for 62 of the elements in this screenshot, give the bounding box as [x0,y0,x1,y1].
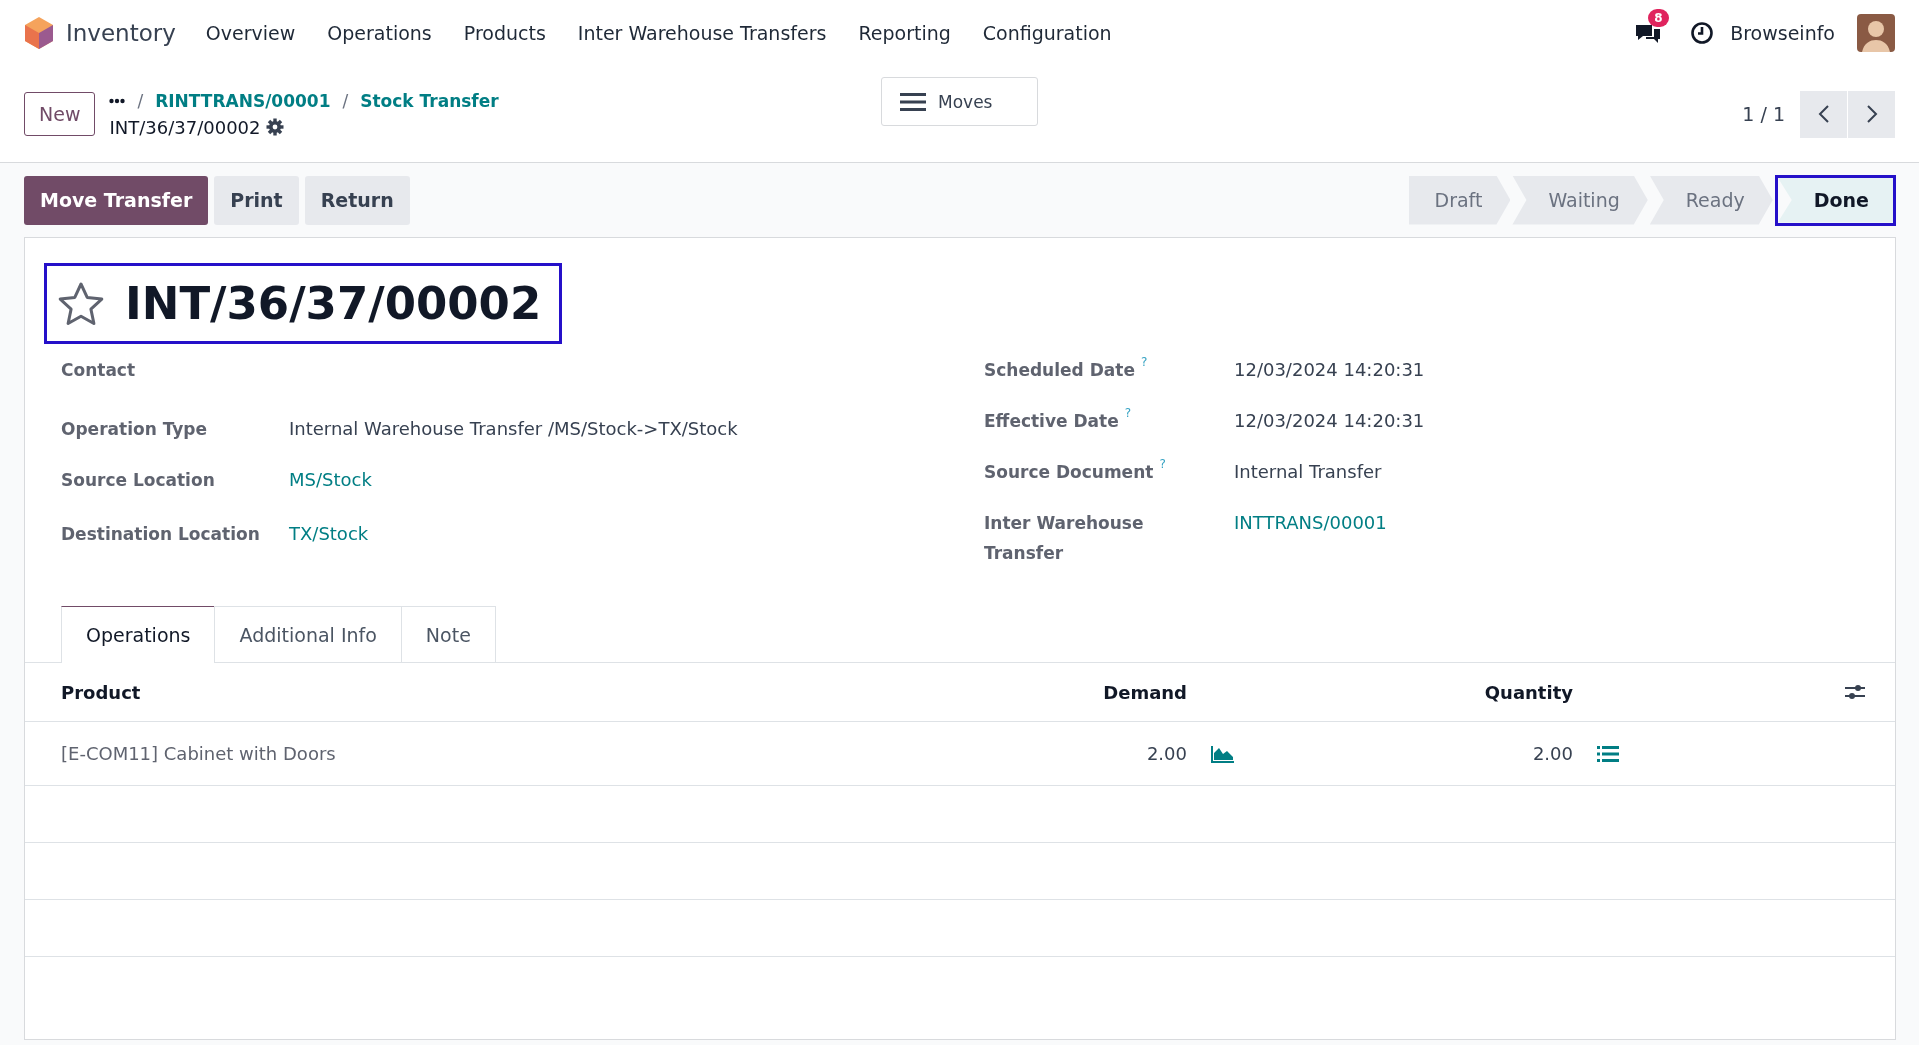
new-button[interactable]: New [24,92,96,136]
sliders-icon[interactable] [1845,683,1865,701]
table-cell-text: 2.00 [1531,743,1573,764]
field-label: Source Document [984,461,1154,484]
menu-icon [900,91,926,112]
field-label: Destination Location [61,523,260,546]
field-value: Internal Warehouse Transfer /MS/Stock->TX/Stock [289,417,738,441]
menu-item[interactable]: Overview [205,22,296,44]
chevron-right-icon [1865,104,1878,124]
field-label: Operation Type [61,418,208,441]
status-stage[interactable]: Waiting [1512,175,1648,225]
notebook-tab[interactable]: Note [400,606,496,662]
table-cell-text: 2.00 [1145,743,1187,764]
field-label: Scheduled Date [984,359,1135,382]
user-name[interactable]: Browseinfo [1730,22,1835,44]
list-icon[interactable] [1597,744,1619,763]
table-cell-text: [E-COM11] Cabinet with Doors [61,743,337,764]
area-chart-icon[interactable] [1211,744,1235,763]
menu-item[interactable]: Inter Warehouse Transfers [577,22,827,44]
primary-action-button[interactable]: Move Transfer [24,175,209,225]
field-link[interactable]: MS/Stock [289,465,372,495]
previous-button[interactable] [1800,90,1847,138]
column-header[interactable]: Quantity [1260,681,1573,703]
ellipsis-icon[interactable] [109,97,126,104]
status-stage[interactable]: Ready [1649,175,1773,225]
record-title: INT/36/37/00002 [125,277,542,330]
moves-button[interactable]: Moves [881,77,1038,126]
status-stage[interactable]: Draft [1408,175,1511,225]
field-value: 12/03/2024 14:20:31 [1234,409,1425,433]
app-name[interactable]: Inventory [66,20,176,46]
record-name: INT/36/37/00002 [109,116,261,138]
field-label: Source Location [61,469,215,492]
breadcrumb-separator: / [342,90,349,111]
field-label: Contact [61,359,136,382]
menu-item[interactable]: Products [463,22,546,44]
action-button[interactable]: Return [304,175,410,225]
breadcrumb-link[interactable]: RINTTRANS/00001 [155,90,331,111]
field-label: Inter Warehouse Transfer [984,512,1145,565]
menu-item[interactable]: Operations [327,22,432,44]
star-icon[interactable] [57,280,105,327]
avatar-icon[interactable] [1857,14,1895,52]
clock-icon[interactable] [1690,21,1715,45]
field-value: 12/03/2024 14:20:31 [1234,358,1425,382]
next-button[interactable] [1848,90,1895,138]
menu-item[interactable]: Reporting [858,22,951,44]
column-header[interactable]: Product [61,681,1027,703]
pager-counter: 1 / 1 [1742,103,1785,125]
status-stage[interactable]: Done [1777,177,1893,223]
notification-badge: 8 [1648,9,1669,27]
notebook-tab[interactable]: Operations [61,606,216,663]
field-label: Effective Date [984,410,1119,433]
action-button[interactable]: Print [214,175,299,225]
column-header[interactable]: Demand [1027,681,1187,703]
chevron-left-icon [1817,104,1830,124]
app-logo-icon [24,16,54,50]
menu-item[interactable]: Configuration [982,22,1112,44]
breadcrumb-separator: / [137,90,144,111]
field-value: Internal Transfer [1234,460,1382,484]
field-link[interactable]: TX/Stock [289,519,369,549]
gear-icon[interactable] [266,118,285,136]
breadcrumb-link[interactable]: Stock Transfer [360,90,499,111]
field-link[interactable]: INTTRANS/00001 [1234,508,1387,538]
